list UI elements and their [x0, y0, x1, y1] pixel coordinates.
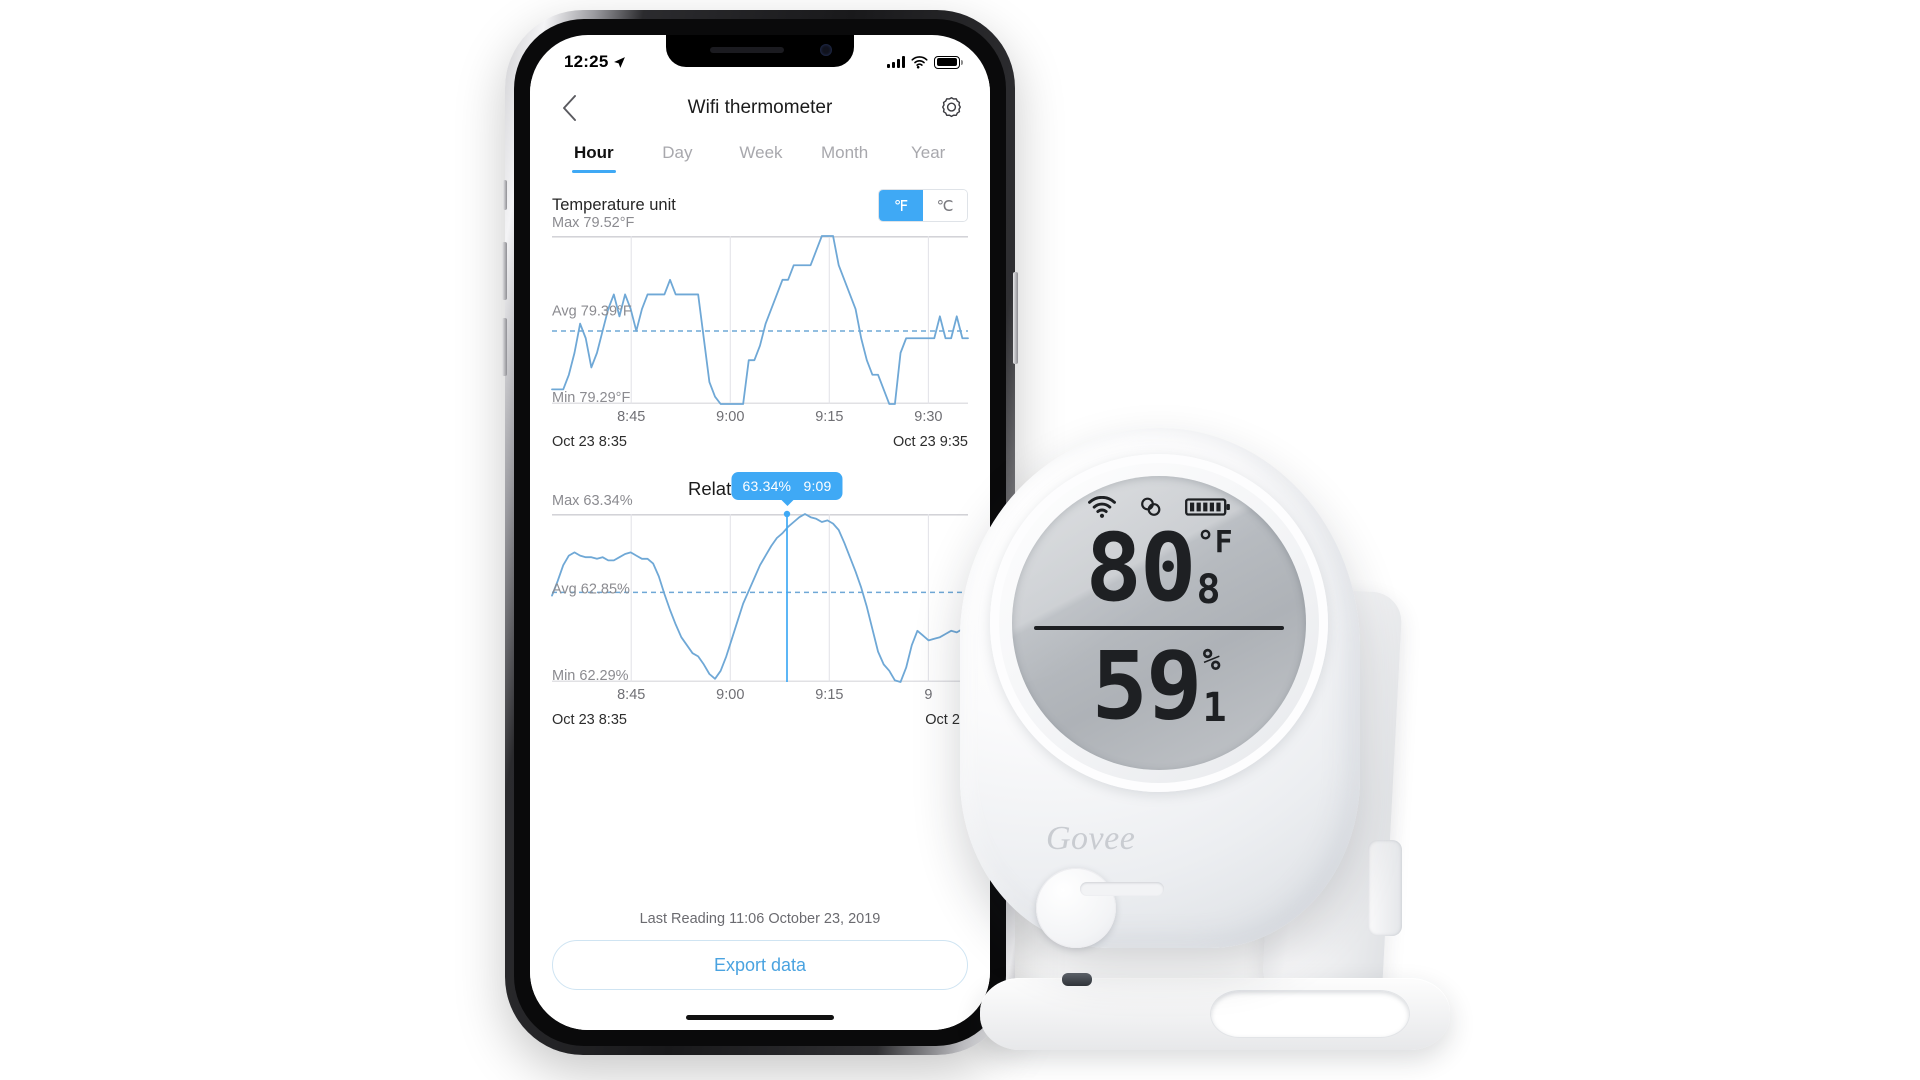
device-stand-hinge — [1368, 840, 1402, 936]
device-led-indicator — [1062, 973, 1092, 986]
battery-icon — [934, 55, 963, 69]
x-tick-label: 9:00 — [716, 409, 745, 425]
humidity-chart-svg — [552, 510, 968, 682]
temperature-x-axis: 8:45 9:00 9:15 9:30 — [552, 409, 968, 431]
app-footer: Last Reading 11:06 October 23, 2019 Expo… — [530, 911, 990, 990]
device-body: 80 °F 8 59 % 1 Govee — [960, 428, 1360, 986]
humidity-chart-block: Max 63.34% Avg 62.85% Min 62.29% 63.34% … — [530, 472, 990, 728]
lcd-divider — [1034, 626, 1284, 630]
phone-device: 12:25 Wifi thermometer Hour Day Week Mon… — [502, 10, 1018, 1055]
phone-notch — [666, 35, 854, 67]
export-data-button[interactable]: Export data — [552, 940, 968, 990]
cellular-bars-icon — [887, 56, 905, 68]
lcd-temperature-value: 80 — [1085, 514, 1196, 623]
humidity-tooltip-value: 63.34% — [742, 478, 792, 494]
unit-option-celsius[interactable]: ℃ — [923, 190, 967, 221]
lcd-humidity-unit: % — [1202, 643, 1221, 678]
app-navigation-bar: Wifi thermometer — [530, 79, 990, 137]
tab-year-label: Year — [910, 143, 946, 162]
unit-option-fahrenheit[interactable]: ℉ — [879, 190, 923, 221]
status-bar-left: 12:25 — [564, 52, 626, 72]
chevron-left-icon — [562, 95, 576, 121]
phone-screen: 12:25 Wifi thermometer Hour Day Week Mon… — [530, 35, 990, 1030]
tab-month[interactable]: Month — [803, 143, 887, 173]
phone-volume-down-button[interactable] — [502, 318, 507, 376]
x-tick-label: 9:00 — [716, 687, 745, 703]
humidity-chart[interactable]: Max 63.34% Avg 62.85% Min 62.29% 63.34% … — [552, 472, 968, 684]
temperature-range-start: Oct 23 8:35 — [552, 434, 627, 450]
screenshot-stage: 12:25 Wifi thermometer Hour Day Week Mon… — [0, 0, 1920, 1080]
govee-thermometer-device: 80 °F 8 59 % 1 Govee — [960, 400, 1480, 1060]
temperature-unit-label: Temperature unit — [552, 196, 676, 214]
tab-day[interactable]: Day — [636, 143, 720, 173]
lcd-humidity-suffix: % 1 — [1202, 643, 1227, 731]
humidity-tooltip-time: 9:09 — [803, 478, 832, 494]
humidity-tooltip: 63.34% 9:09 — [731, 472, 843, 500]
front-camera — [820, 44, 832, 56]
app-content: Wifi thermometer Hour Day Week Month Yea… — [530, 79, 990, 1030]
device-stand-opening — [1210, 990, 1410, 1038]
lcd-humidity-value: 59 — [1091, 632, 1202, 741]
humidity-date-range: Oct 23 8:35 Oct 23 — [552, 712, 968, 728]
lcd-temperature-suffix: °F 8 — [1196, 525, 1233, 613]
wifi-icon — [911, 55, 928, 69]
lcd-humidity-decimal: 1 — [1202, 685, 1227, 731]
last-reading-text: Last Reading 11:06 October 23, 2019 — [639, 911, 881, 927]
tab-active-indicator — [571, 169, 616, 173]
lcd-humidity-row: 59 % 1 — [1012, 632, 1306, 741]
period-tabs: Hour Day Week Month Year — [530, 137, 990, 173]
tab-hour[interactable]: Hour — [552, 143, 636, 173]
status-time: 12:25 — [564, 52, 609, 71]
lcd-temperature-unit: °F — [1196, 525, 1233, 560]
temperature-chart-block: Max 79.52°F Avg 79.39°F Min 79.29°F 8:45… — [530, 215, 990, 450]
phone-power-button[interactable] — [1013, 272, 1018, 364]
tab-month-label: Month — [820, 143, 869, 162]
phone-bezel: 12:25 Wifi thermometer Hour Day Week Mon… — [514, 19, 1006, 1046]
page-title: Wifi thermometer — [687, 97, 833, 118]
device-power-button[interactable] — [1036, 868, 1116, 948]
temperature-range-end: Oct 23 9:35 — [893, 434, 968, 450]
x-tick-label: 8:45 — [617, 409, 646, 425]
humidity-x-axis: 8:45 9:00 9:15 9 — [552, 687, 968, 709]
device-bottom-foot — [1080, 882, 1164, 896]
temperature-unit-row: Temperature unit ℉ ℃ — [530, 173, 990, 222]
settings-button[interactable] — [934, 91, 968, 125]
lcd-temperature-row: 80 °F 8 — [1012, 514, 1306, 623]
x-tick-label: 8:45 — [617, 687, 646, 703]
x-tick-label: 9:15 — [815, 687, 844, 703]
phone-silent-switch[interactable] — [503, 180, 507, 210]
lcd-temperature-decimal: 8 — [1196, 567, 1221, 613]
phone-volume-up-button[interactable] — [502, 242, 507, 300]
home-indicator[interactable] — [686, 1015, 834, 1020]
tab-week[interactable]: Week — [719, 143, 803, 173]
x-tick-label: 9:15 — [815, 409, 844, 425]
back-button[interactable] — [552, 91, 586, 125]
temperature-unit-segmented-control: ℉ ℃ — [878, 189, 968, 222]
status-bar-right — [887, 55, 963, 69]
device-display-bezel: 80 °F 8 59 % 1 — [990, 454, 1328, 792]
x-tick-label: 9 — [924, 687, 933, 703]
device-lcd-screen: 80 °F 8 59 % 1 — [1012, 476, 1306, 770]
tab-day-label: Day — [662, 143, 693, 162]
gear-icon — [941, 96, 961, 117]
temperature-date-range: Oct 23 8:35 Oct 23 9:35 — [552, 434, 968, 450]
x-tick-label: 9:30 — [914, 409, 943, 425]
temperature-chart[interactable]: Max 79.52°F Avg 79.39°F Min 79.29°F — [552, 215, 968, 406]
earpiece-speaker — [710, 47, 784, 53]
temperature-chart-svg — [552, 236, 968, 404]
govee-brand-logo: Govee — [1046, 820, 1136, 857]
humidity-range-start: Oct 23 8:35 — [552, 712, 627, 728]
tab-year[interactable]: Year — [886, 143, 970, 173]
location-arrow-icon — [614, 56, 626, 68]
tab-hour-label: Hour — [573, 143, 614, 162]
tab-week-label: Week — [739, 143, 783, 162]
